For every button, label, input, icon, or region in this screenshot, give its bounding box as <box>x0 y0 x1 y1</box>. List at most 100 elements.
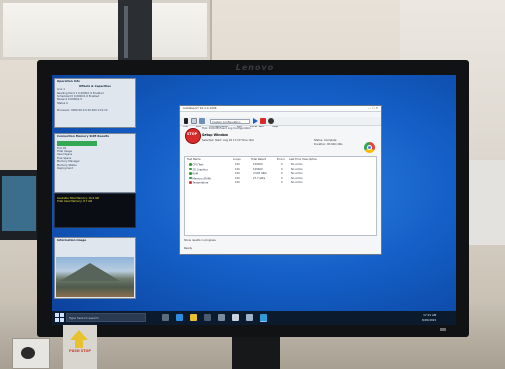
arrow-stem <box>75 340 83 348</box>
table-cell-loops: 100 <box>235 172 240 175</box>
status-dot-icon <box>189 172 192 175</box>
table-cell-errors: 0 <box>281 181 283 184</box>
start-button[interactable] <box>55 313 64 322</box>
table-cell-loops: 100 <box>235 176 240 180</box>
col-header-loops[interactable]: Loops <box>233 158 241 161</box>
pole-highlight <box>124 6 128 58</box>
chrome-icon-center <box>367 145 372 150</box>
table-row[interactable]: Memory (RAM) 100 27.7 GB/s 0 No errors <box>187 176 375 181</box>
windows-logo-icon <box>55 318 59 322</box>
tray-clock[interactable]: 17:21 AM 8/20/2021 <box>422 313 436 322</box>
help-icon[interactable] <box>268 118 274 124</box>
test-name-text: CPU Test <box>192 163 204 167</box>
autoreport-taskbar-icon[interactable] <box>260 314 267 322</box>
tab-strip[interactable]: Tool: 0.00.00 Event Log Configuration <box>202 127 251 130</box>
test-name-text: Temperature <box>192 181 209 185</box>
col-header-errors[interactable]: Errors <box>277 158 285 161</box>
app-title: AutoReport 10.2.0.1006 <box>183 106 217 110</box>
table-cell-desc: No errors <box>291 172 303 175</box>
memory-usage-bar <box>57 140 97 146</box>
table-cell-result: 3.000 GB/s <box>253 172 267 175</box>
stop-icon[interactable] <box>260 118 266 124</box>
search-placeholder: Type here to search <box>69 316 99 320</box>
status-dot-icon <box>189 176 192 179</box>
status-info: Status: Complete Duration: 0h:00m:00s <box>314 139 343 146</box>
table-cell-loops: 100 <box>235 181 240 184</box>
play-icon[interactable] <box>253 118 258 124</box>
col-header-test-name[interactable]: Test Name <box>187 158 201 161</box>
sticker-label: PUSH STOP <box>69 349 91 353</box>
table-cell-desc: No errors <box>291 163 303 166</box>
table-cell-result: 100000 <box>253 167 263 171</box>
table-row[interactable]: CPU Test 100 100000 0 No errors <box>187 163 375 167</box>
configuration-select[interactable]: Custom Configuration <box>210 118 250 124</box>
outlet-socket <box>21 347 35 359</box>
background-monitor-screen <box>2 176 36 231</box>
table-row[interactable]: 2D Graphics 100 100000 0 No errors <box>187 167 375 172</box>
table-cell-result: 27.7 GB/s <box>253 176 266 180</box>
mail-icon[interactable] <box>218 314 225 321</box>
table-row[interactable]: RAM 100 3.000 GB/s 0 No errors <box>187 172 375 176</box>
monitor-brand-logo: Lenovo <box>235 63 275 72</box>
table-cell-desc: No errors <box>291 167 303 171</box>
test-name-text: Memory (RAM) <box>192 176 211 180</box>
col-header-total-result[interactable]: Total Result <box>251 158 266 161</box>
duration-line: Duration: 0h:00m:00s <box>314 142 343 146</box>
window-controls[interactable]: — ☐ ✕ <box>368 106 378 111</box>
taskbar: Type here to search 17:21 AM 8/20/2021 <box>52 311 456 325</box>
explorer-icon[interactable] <box>190 314 197 321</box>
memory-panel: Connection Memory SIZE Results Tool #1 T… <box>54 133 136 193</box>
windows-logo-icon <box>60 313 64 317</box>
show-results-checkbox[interactable]: Show results in progress <box>184 239 216 242</box>
clock-date: 8/20/2021 <box>422 317 437 322</box>
processor-footer: Processor: 0000.00.0.0 00.000 13.0.10 <box>57 109 108 113</box>
test-name-text: 2D Graphics <box>192 167 208 171</box>
edge-icon[interactable] <box>176 314 183 321</box>
console-line: Total Used Memory: 8.7 GB <box>57 200 92 204</box>
clock-time: 17:21 AM <box>423 313 437 317</box>
table-cell-loops: 100 <box>235 163 240 166</box>
arrow-up-icon <box>70 330 88 340</box>
status-bar: Ready <box>184 247 193 250</box>
table-cell-errors: 0 <box>281 167 283 171</box>
desktop-screen: Operation Info Offsets & Capacities Line… <box>52 75 456 325</box>
windows-logo-icon <box>55 313 59 317</box>
report-icon[interactable] <box>191 118 197 124</box>
session-info: Selected: Start: Aug 20 17:20 Time: N/A <box>202 139 254 142</box>
stop-badge-icon <box>185 128 201 144</box>
power-button[interactable] <box>440 328 446 331</box>
test-name-text: RAM <box>192 172 199 176</box>
status-dot-icon <box>189 163 192 166</box>
table-cell-result: 100000 <box>253 163 263 166</box>
table-cell-errors: 0 <box>281 172 283 175</box>
windows-logo-icon <box>60 318 64 322</box>
mountain-shape <box>60 263 120 281</box>
results-table: Test Name Loops Total Result Errors Last… <box>184 156 377 236</box>
app-window[interactable]: AutoReport 10.2.0.1006 — ☐ ✕ File Edit C… <box>179 105 382 255</box>
table-cell-errors: 0 <box>281 163 283 166</box>
table-row[interactable]: Temperature 100 0 No errors <box>187 181 375 185</box>
stop-badge-label: STOP <box>186 132 198 136</box>
panel-title: Connection Memory SIZE Results <box>57 134 110 138</box>
cursor-icon[interactable] <box>184 118 188 124</box>
monitor-stand <box>232 337 280 369</box>
app-icon[interactable] <box>246 314 253 321</box>
table-cell-desc: No errors <box>291 181 303 184</box>
save-icon[interactable] <box>199 118 205 124</box>
store-icon[interactable] <box>204 314 211 321</box>
toolbar: Custom Configuration <box>180 117 381 126</box>
memory-item: Deployment <box>57 167 73 171</box>
status-heading: Setup Window <box>202 133 228 137</box>
table-cell-desc: No errors <box>291 176 303 180</box>
table-cell-errors: 0 <box>281 176 283 180</box>
console-panel: Available Total Memory: 16.0 GB Total Us… <box>54 193 136 228</box>
table-cell-name: Temperature <box>189 181 208 185</box>
status-dot-icon <box>189 167 192 170</box>
window-frame <box>0 0 210 60</box>
col-header-last-error[interactable]: Last Error Description <box>289 158 317 161</box>
panel-title: Information Image <box>57 238 87 242</box>
app-icon[interactable] <box>232 314 239 321</box>
operation-info-panel: Operation Info Offsets & Capacities Line… <box>54 78 136 128</box>
task-view-icon[interactable] <box>162 314 169 321</box>
taskbar-search-input[interactable]: Type here to search <box>66 313 146 322</box>
